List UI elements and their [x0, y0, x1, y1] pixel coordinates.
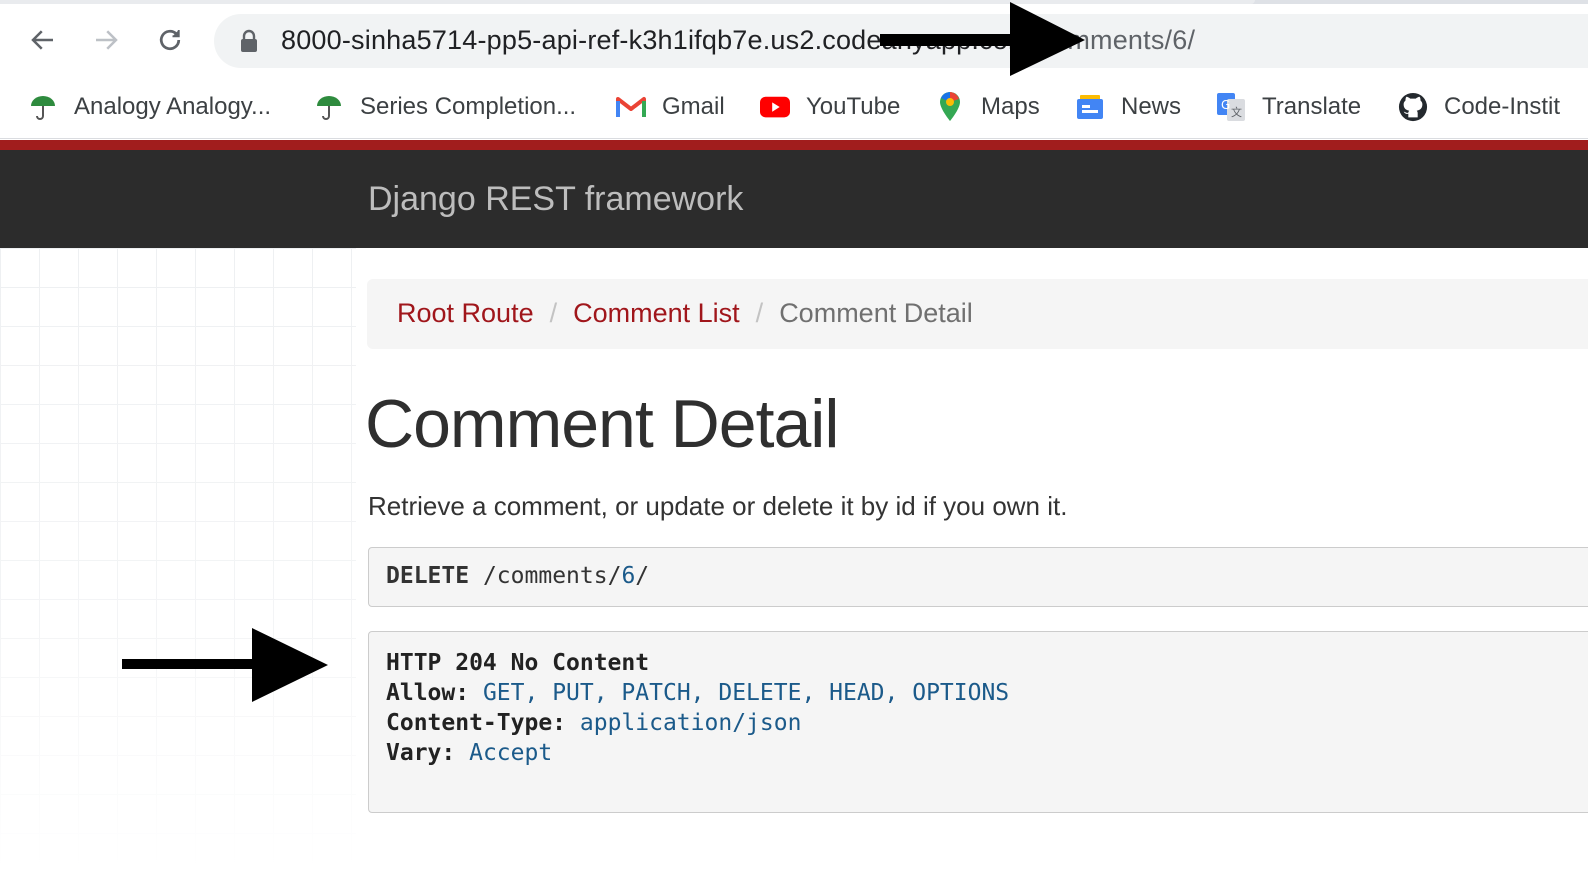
brand-link[interactable]: Django REST framework — [368, 180, 743, 219]
bookmark-label: Maps — [981, 93, 1040, 120]
bookmark-label: Translate — [1262, 93, 1362, 120]
breadcrumb-root-route[interactable]: Root Route — [397, 298, 534, 328]
breadcrumb: Root Route / Comment List / Comment Detail — [367, 279, 1588, 349]
request-path: /comments/6/ — [483, 563, 649, 589]
bookmark-label: Gmail — [662, 93, 725, 120]
translate-icon: G文 — [1216, 92, 1246, 122]
reload-icon — [159, 29, 181, 51]
request-method: DELETE — [386, 563, 470, 589]
bookmark-gmail[interactable]: Gmail — [616, 90, 725, 124]
forward-arrow-icon — [96, 30, 118, 50]
forward-button[interactable] — [86, 20, 126, 60]
svg-text:文: 文 — [1231, 105, 1242, 119]
news-icon — [1075, 92, 1105, 122]
main-content: Root Route / Comment List / Comment Detail C… — [356, 248, 1588, 870]
top-navbar: Django REST framework — [0, 150, 1588, 248]
header-name: Content-Type: — [386, 710, 567, 736]
bookmark-translate[interactable]: G文 Translate — [1216, 90, 1361, 124]
bookmark-news[interactable]: News — [1075, 90, 1181, 124]
github-icon — [1398, 92, 1428, 122]
bookmark-label: News — [1121, 93, 1182, 120]
header-value-content-type: application/json — [579, 710, 802, 736]
header-name: Allow: — [386, 680, 470, 706]
gmail-icon — [616, 92, 646, 122]
umbrella-icon — [314, 92, 344, 122]
svg-text:G: G — [1221, 98, 1230, 112]
bookmark-label: Series Completion... — [360, 93, 577, 120]
breadcrumb-current: Comment Detail — [779, 298, 973, 328]
request-info: DELETE /comments/6/ — [368, 547, 1588, 607]
annotation-arrow-url — [880, 2, 1085, 76]
background-fade — [0, 248, 356, 870]
bookmark-youtube[interactable]: YouTube — [760, 90, 900, 124]
bookmark-code-institute[interactable]: Code-Instit — [1398, 90, 1560, 124]
bookmark-maps[interactable]: Maps — [935, 90, 1040, 124]
bookmarks-bar: Analogy Analogy... Series Completion... … — [0, 76, 1588, 139]
page-description: Retrieve a comment, or update or delete … — [368, 491, 1068, 521]
youtube-icon — [760, 92, 790, 122]
header-value-allow: GET, PUT, PATCH, DELETE, HEAD, OPTIONS — [482, 680, 1010, 706]
response-status: HTTP 204 No Content — [386, 650, 650, 676]
bookmark-label: Analogy Analogy... — [74, 93, 272, 120]
maps-pin-icon — [935, 92, 965, 122]
request-id: 6 — [621, 563, 636, 589]
lock-icon — [241, 29, 257, 52]
bookmark-label: YouTube — [806, 93, 901, 120]
header-value-vary: Accept — [469, 740, 553, 766]
response-info: HTTP 204 No Content Allow: GET, PUT, PAT… — [368, 631, 1588, 813]
annotation-arrow-response — [122, 628, 328, 702]
umbrella-icon — [28, 92, 58, 122]
header-name: Vary: — [386, 740, 456, 766]
bookmark-series-completion[interactable]: Series Completion... — [314, 90, 576, 124]
bookmark-analogy[interactable]: Analogy Analogy... — [28, 90, 271, 124]
request-path-suffix: / — [635, 563, 650, 589]
browser-toolbar: 8000-sinha5714-pp5-api-ref-k3h1ifqb7e.us… — [0, 4, 1588, 76]
breadcrumb-separator: / — [755, 298, 764, 328]
reload-button[interactable] — [150, 20, 190, 60]
page-title: Comment Detail — [365, 386, 839, 462]
bookmark-label: Code-Instit — [1444, 93, 1561, 120]
back-arrow-icon — [31, 30, 53, 50]
back-button[interactable] — [23, 20, 63, 60]
breadcrumb-comment-list[interactable]: Comment List — [573, 298, 740, 328]
request-path-prefix: /comments/ — [482, 563, 622, 589]
breadcrumb-separator: / — [549, 298, 558, 328]
accent-bar — [0, 140, 1588, 150]
